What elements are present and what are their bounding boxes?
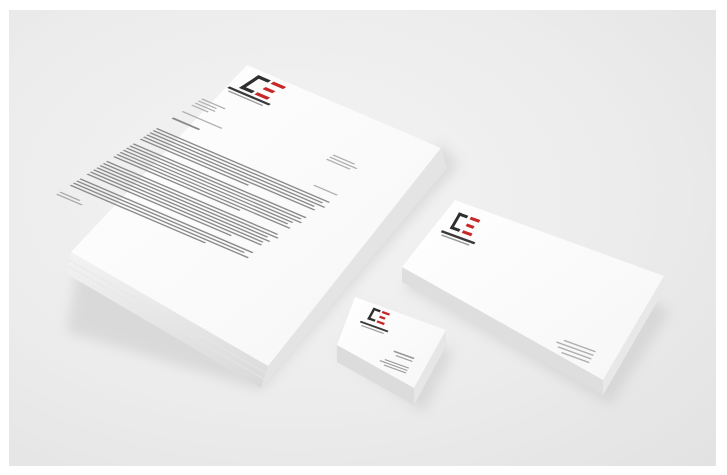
mockup-illustration bbox=[56, 65, 671, 413]
stationery-mockup-scene bbox=[9, 10, 716, 466]
